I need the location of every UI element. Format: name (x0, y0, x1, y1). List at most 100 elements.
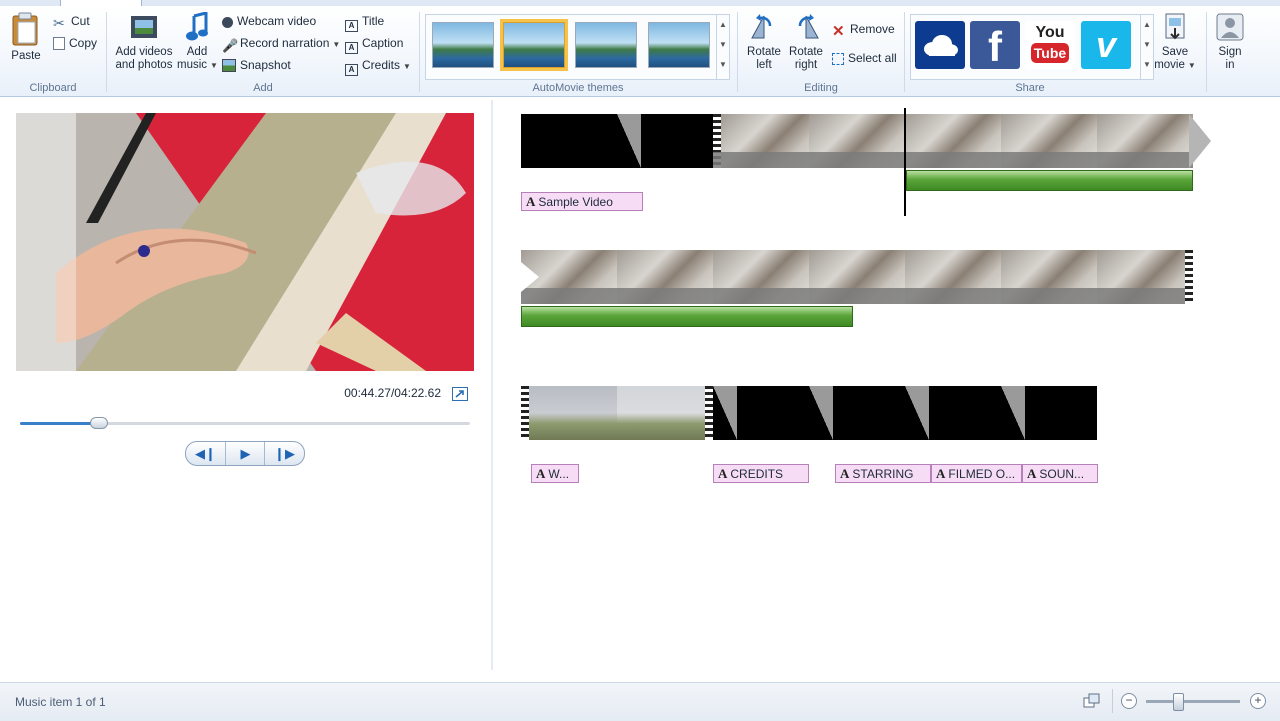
select-all-button[interactable]: Select all (832, 49, 897, 67)
webcam-video-label: Webcam video (237, 14, 317, 28)
video-clip[interactable] (521, 250, 1193, 304)
credits-button[interactable]: A Credits ▼ (345, 56, 411, 76)
rotate-right-label-2: right (794, 59, 818, 71)
pane-divider[interactable] (491, 100, 493, 670)
onedrive-icon[interactable] (915, 21, 965, 69)
clip-frame (521, 114, 617, 168)
play-button[interactable]: ▶ (225, 442, 265, 465)
caption-icon: A (345, 42, 358, 54)
clip-end-arrow (1189, 114, 1211, 168)
record-narration-button[interactable]: 🎤 Record narration ▼ (222, 34, 340, 53)
youtube-icon[interactable]: You Tube (1025, 21, 1075, 69)
seek-progress (20, 422, 99, 425)
theme-thumbnail[interactable] (432, 22, 494, 68)
rotate-left-button[interactable]: Rotate left (744, 12, 784, 72)
video-clip[interactable] (713, 114, 1213, 168)
title-clip[interactable] (521, 114, 713, 168)
credits-item[interactable]: A FILMED O... (931, 464, 1022, 483)
gallery-more-icon[interactable]: ▼ (717, 55, 729, 75)
copy-button[interactable]: Copy (53, 34, 97, 52)
facebook-icon[interactable]: f (970, 21, 1020, 70)
previous-frame-button[interactable]: ◀❙ (186, 442, 225, 465)
dropdown-caret-icon: ▼ (1187, 61, 1196, 70)
clipboard-group: Paste ✂ Cut Copy Clipboard (0, 6, 106, 96)
scroll-up-icon[interactable]: ▲ (1141, 15, 1153, 35)
credits-icon: A (345, 64, 358, 76)
scissors-icon: ✂ (53, 15, 65, 31)
timecode: 00:44.27/04:22.62 (344, 386, 441, 400)
text-icon: A (936, 466, 946, 481)
caption-item[interactable]: A W... (531, 464, 579, 483)
add-group-label: Add (253, 82, 273, 94)
film-photo-icon (131, 16, 157, 38)
theme-thumbnail-selected[interactable] (500, 19, 568, 71)
caption-text: Sample Video (538, 195, 613, 209)
dropdown-caret-icon: ▼ (210, 61, 218, 70)
video-preview[interactable] (16, 113, 474, 371)
share-gallery-scroll[interactable]: ▲ ▼ ▼ (1140, 15, 1153, 79)
credits-item[interactable]: A CREDITS (713, 464, 809, 483)
credits-clip[interactable] (713, 386, 1097, 440)
theme-thumbnail[interactable] (575, 22, 637, 68)
title-button[interactable]: A Title (345, 12, 384, 32)
caption-button[interactable]: A Caption (345, 34, 403, 54)
gallery-more-icon[interactable]: ▼ (1141, 55, 1153, 75)
automovie-themes-label: AutoMovie themes (532, 82, 624, 94)
gallery-scroll[interactable]: ▲ ▼ ▼ (716, 15, 729, 79)
add-videos-button[interactable]: Add videos and photos (113, 12, 175, 72)
vimeo-icon[interactable]: v (1081, 21, 1131, 69)
snapshot-button[interactable]: Snapshot (222, 56, 291, 74)
share-services-gallery: f You Tube v ▲ ▼ ▼ (910, 14, 1154, 80)
theme-thumbnail[interactable] (648, 22, 710, 68)
text-icon: A (1027, 466, 1037, 481)
audio-waveform (521, 288, 1193, 304)
microphone-icon: 🎤 (222, 38, 239, 53)
webcam-video-button[interactable]: Webcam video (222, 12, 316, 30)
scroll-up-icon[interactable]: ▲ (717, 15, 729, 35)
caption-item[interactable]: A Sample Video (521, 192, 643, 211)
play-icon: ▶ (240, 446, 251, 461)
text-icon: A (840, 466, 850, 481)
seek-thumb[interactable] (90, 417, 109, 429)
zoom-slider-thumb[interactable] (1173, 693, 1185, 711)
rotate-right-button[interactable]: Rotate right (786, 12, 826, 72)
rotate-left-label-2: left (756, 59, 772, 71)
cut-button[interactable]: ✂ Cut (53, 12, 90, 30)
rotate-left-label: Rotate (747, 46, 781, 58)
music-track[interactable] (521, 306, 853, 327)
add-music-button[interactable]: Add music ▼ (177, 12, 218, 72)
seek-bar[interactable] (20, 417, 470, 429)
sign-in-button[interactable]: Sign in (1209, 12, 1251, 72)
scroll-down-icon[interactable]: ▼ (717, 35, 729, 55)
caption-text: SOUN... (1039, 467, 1085, 481)
cut-label: Cut (71, 14, 90, 28)
storyboard-view-icon[interactable] (1083, 693, 1101, 708)
add-group: Add videos and photos Add music ▼ Webcam … (107, 6, 419, 96)
fullscreen-icon[interactable] (452, 387, 468, 401)
music-note-icon (186, 12, 208, 41)
video-clip[interactable] (521, 386, 713, 440)
zoom-slider[interactable] (1146, 693, 1240, 711)
remove-button[interactable]: ✕ Remove (832, 20, 895, 39)
preview-frame-image (16, 113, 474, 371)
scroll-down-icon[interactable]: ▼ (1141, 35, 1153, 55)
credits-label: Credits (362, 58, 401, 72)
zoom-in-icon[interactable]: + (1250, 693, 1266, 709)
credits-item[interactable]: A SOUN... (1022, 464, 1098, 483)
zoom-out-icon[interactable]: − (1121, 693, 1137, 709)
text-icon: A (536, 466, 546, 481)
select-all-icon (832, 53, 844, 65)
rotate-right-label: Rotate (789, 46, 823, 58)
status-bar: Music item 1 of 1 − + (0, 682, 1280, 721)
next-frame-button[interactable]: ❙▶ (264, 442, 304, 465)
status-text: Music item 1 of 1 (15, 695, 106, 709)
audio-waveform (713, 152, 1193, 168)
paste-button[interactable]: Paste (6, 12, 46, 63)
playhead[interactable] (904, 108, 906, 216)
snapshot-label: Snapshot (240, 58, 291, 72)
transition-icon (905, 386, 929, 440)
rotate-right-icon (798, 14, 819, 39)
credits-item[interactable]: A STARRING (835, 464, 931, 483)
save-movie-button[interactable]: Save movie ▼ (1153, 12, 1197, 72)
music-track[interactable] (906, 170, 1193, 191)
